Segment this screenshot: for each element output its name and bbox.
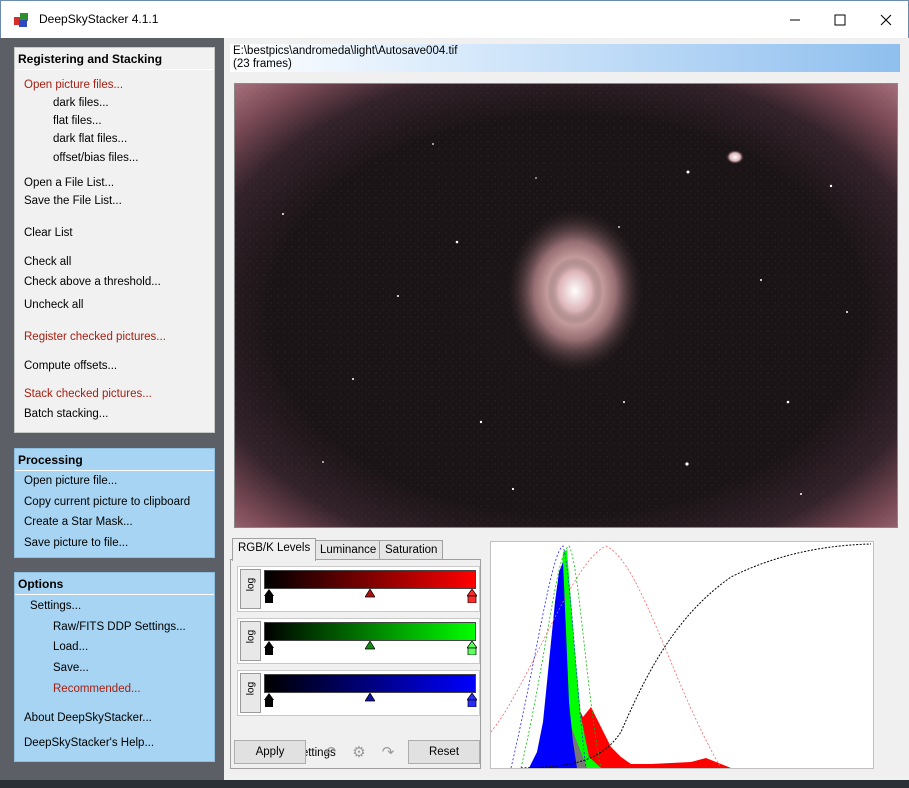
- section-divider: [15, 69, 214, 70]
- copy-to-clipboard-link[interactable]: Copy current picture to clipboard: [24, 496, 190, 508]
- left-panel: Registering and Stacking Open picture fi…: [0, 38, 224, 780]
- red-log-toggle[interactable]: log: [240, 569, 261, 609]
- stack-checked-link[interactable]: Stack checked pictures...: [24, 388, 152, 400]
- redo-icon[interactable]: ↷: [379, 744, 397, 761]
- check-above-threshold-link[interactable]: Check above a threshold...: [24, 276, 161, 288]
- processing-title: Processing: [18, 453, 83, 467]
- blue-midpoint-handle[interactable]: [365, 693, 375, 707]
- red-histogram: [491, 692, 731, 768]
- log-label: log: [245, 577, 257, 592]
- red-black-point-handle[interactable]: [264, 589, 274, 603]
- flat-files-link[interactable]: flat files...: [53, 115, 102, 127]
- image-preview[interactable]: [234, 83, 898, 528]
- close-icon: [880, 14, 892, 26]
- histogram-plot: [490, 543, 872, 769]
- frame-count: (23 frames): [233, 58, 292, 70]
- rgb-levels-panel: log log log Linked settings: [230, 559, 481, 769]
- dark-flat-files-link[interactable]: dark flat files...: [53, 133, 127, 145]
- green-levels: log: [237, 618, 480, 664]
- recommended-settings-link[interactable]: Recommended...: [53, 683, 141, 695]
- registering-title: Registering and Stacking: [18, 52, 163, 66]
- reset-button[interactable]: Reset: [408, 740, 480, 764]
- help-link[interactable]: DeepSkyStacker's Help...: [24, 737, 154, 749]
- check-all-link[interactable]: Check all: [24, 256, 71, 268]
- open-picture-file-link[interactable]: Open picture file...: [24, 475, 117, 487]
- green-black-point-handle[interactable]: [264, 641, 274, 655]
- create-star-mask-link[interactable]: Create a Star Mask...: [24, 516, 133, 528]
- options-section: Options Settings... Raw/FITS DDP Setting…: [14, 572, 215, 762]
- green-midpoint-handle[interactable]: [365, 641, 375, 655]
- load-settings-link[interactable]: Load...: [53, 641, 88, 653]
- red-gradient-bar: [264, 570, 476, 589]
- taskbar-strip: [0, 780, 909, 788]
- green-white-point-handle[interactable]: [467, 641, 477, 655]
- red-white-point-handle[interactable]: [467, 589, 477, 603]
- open-picture-files-link[interactable]: Open picture files...: [24, 79, 123, 91]
- tab-saturation[interactable]: Saturation: [379, 540, 444, 560]
- compute-offsets-link[interactable]: Compute offsets...: [24, 360, 117, 372]
- registering-section: Registering and Stacking Open picture fi…: [14, 47, 215, 433]
- file-path-bar: E:\bestpics\andromeda\light\Autosave004.…: [230, 44, 900, 72]
- levels-tabs: RGB/K Levels Luminance Saturation: [232, 538, 472, 561]
- offset-bias-files-link[interactable]: offset/bias files...: [53, 152, 138, 164]
- uncheck-all-link[interactable]: Uncheck all: [24, 299, 83, 311]
- tab-luminance[interactable]: Luminance: [314, 540, 383, 560]
- maximize-icon: [834, 14, 846, 26]
- save-settings-link[interactable]: Save...: [53, 662, 89, 674]
- green-log-toggle[interactable]: log: [240, 621, 261, 661]
- red-levels: log: [237, 566, 480, 612]
- options-title: Options: [18, 577, 64, 591]
- settings-link[interactable]: Settings...: [30, 600, 81, 612]
- open-file-list-link[interactable]: Open a File List...: [24, 177, 114, 189]
- close-button[interactable]: [863, 1, 909, 39]
- title-bar: DeepSkyStacker 4.1.1: [0, 0, 909, 38]
- about-link[interactable]: About DeepSkyStacker...: [24, 712, 152, 724]
- save-file-list-link[interactable]: Save the File List...: [24, 195, 122, 207]
- green-gradient-bar: [264, 622, 476, 641]
- processing-section: Processing Open picture file... Copy cur…: [14, 448, 215, 558]
- blue-levels: log: [237, 670, 480, 716]
- blue-black-point-handle[interactable]: [264, 693, 274, 707]
- clear-list-link[interactable]: Clear List: [24, 227, 73, 239]
- blue-log-toggle[interactable]: log: [240, 673, 261, 713]
- register-checked-link[interactable]: Register checked pictures...: [24, 331, 166, 343]
- settings-gear-icon[interactable]: ⚙: [350, 744, 368, 761]
- apply-button[interactable]: Apply: [234, 740, 306, 764]
- undo-icon[interactable]: ↶: [321, 744, 339, 761]
- raw-fits-settings-link[interactable]: Raw/FITS DDP Settings...: [53, 621, 186, 633]
- section-divider: [15, 594, 214, 595]
- blue-white-point-handle[interactable]: [467, 693, 477, 707]
- blue-gradient-bar: [264, 674, 476, 693]
- batch-stacking-link[interactable]: Batch stacking...: [24, 408, 108, 420]
- log-label: log: [245, 629, 257, 644]
- minimize-button[interactable]: [772, 1, 818, 39]
- red-midpoint-handle[interactable]: [365, 589, 375, 603]
- andromeda-image: [235, 84, 897, 527]
- tab-rgb-levels[interactable]: RGB/K Levels: [232, 538, 317, 561]
- section-divider: [15, 470, 214, 471]
- log-label: log: [245, 681, 257, 696]
- dark-files-link[interactable]: dark files...: [53, 97, 109, 109]
- app-icon: [14, 13, 28, 27]
- main-area: E:\bestpics\andromeda\light\Autosave004.…: [224, 38, 909, 780]
- window-title: DeepSkyStacker 4.1.1: [39, 12, 159, 26]
- minimize-icon: [790, 19, 800, 21]
- file-path: E:\bestpics\andromeda\light\Autosave004.…: [233, 45, 458, 57]
- maximize-button[interactable]: [817, 1, 863, 39]
- red-curve: [490, 545, 722, 769]
- save-picture-link[interactable]: Save picture to file...: [24, 537, 128, 549]
- histogram: [490, 541, 874, 769]
